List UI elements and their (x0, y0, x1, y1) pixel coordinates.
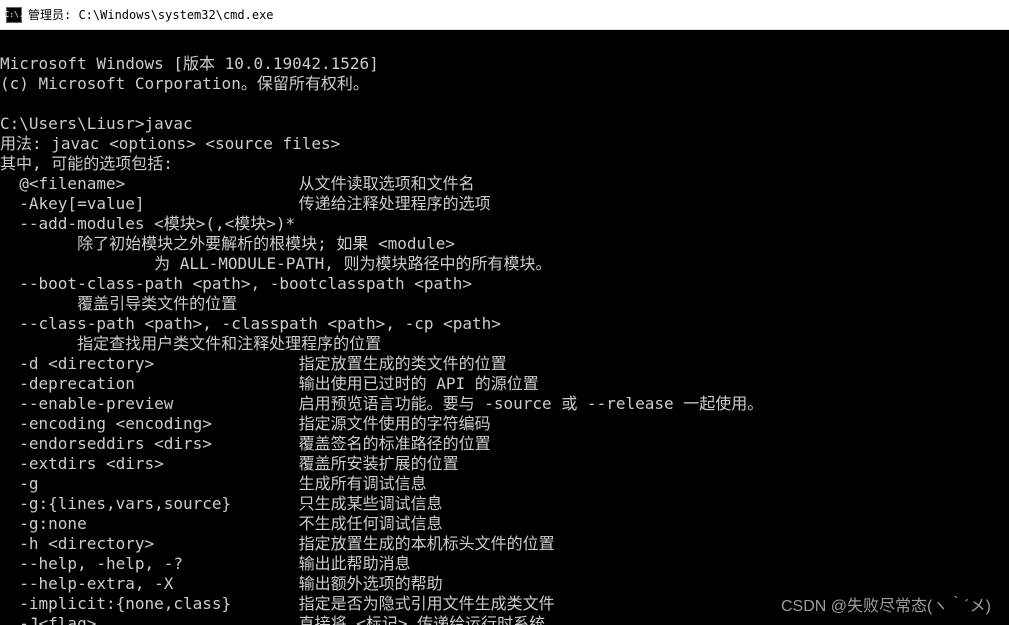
terminal-line: C:\Users\Liusr>javac (0, 114, 193, 133)
terminal-line: -h <directory> 指定放置生成的本机标头文件的位置 (0, 534, 555, 553)
cmd-icon: C:\. (6, 7, 22, 23)
terminal-line: --boot-class-path <path>, -bootclasspath… (0, 274, 472, 293)
terminal-line: -g:none 不生成任何调试信息 (0, 514, 443, 533)
terminal-line: 其中, 可能的选项包括: (0, 154, 173, 173)
terminal-line: -d <directory> 指定放置生成的类文件的位置 (0, 354, 507, 373)
terminal-line: @<filename> 从文件读取选项和文件名 (0, 174, 475, 193)
terminal-line: --enable-preview 启用预览语言功能。要与 -source 或 -… (0, 394, 763, 413)
terminal-line: (c) Microsoft Corporation。保留所有权利。 (0, 74, 369, 93)
terminal-line: -extdirs <dirs> 覆盖所安装扩展的位置 (0, 454, 459, 473)
terminal-output[interactable]: Microsoft Windows [版本 10.0.19042.1526] (… (0, 30, 1009, 625)
terminal-line: -encoding <encoding> 指定源文件使用的字符编码 (0, 414, 491, 433)
terminal-line: -implicit:{none,class} 指定是否为隐式引用文件生成类文件 (0, 594, 555, 613)
terminal-line: -g 生成所有调试信息 (0, 474, 427, 493)
terminal-line: Microsoft Windows [版本 10.0.19042.1526] (0, 54, 379, 73)
terminal-line: 为 ALL-MODULE-PATH, 则为模块路径中的所有模块。 (0, 254, 552, 273)
terminal-line: 用法: javac <options> <source files> (0, 134, 340, 153)
terminal-line: --add-modules <模块>(,<模块>)* (0, 214, 295, 233)
terminal-line: -Akey[=value] 传递给注释处理程序的选项 (0, 194, 491, 213)
terminal-line: --class-path <path>, -classpath <path>, … (0, 314, 501, 333)
watermark-text: CSDN @失败尽常态(ヽ｀´メ) (781, 597, 991, 617)
terminal-line: --help-extra, -X 输出额外选项的帮助 (0, 574, 443, 593)
terminal-line: -J<flag> 直接将 <标记> 传递给运行时系统 (0, 614, 545, 625)
terminal-line: 覆盖引导类文件的位置 (0, 294, 237, 313)
terminal-line: -deprecation 输出使用已过时的 API 的源位置 (0, 374, 539, 393)
window-titlebar[interactable]: C:\. 管理员: C:\Windows\system32\cmd.exe (0, 0, 1009, 30)
terminal-line: -endorseddirs <dirs> 覆盖签名的标准路径的位置 (0, 434, 491, 453)
terminal-line: 指定查找用户类文件和注释处理程序的位置 (0, 334, 381, 353)
terminal-line: -g:{lines,vars,source} 只生成某些调试信息 (0, 494, 443, 513)
window-title: 管理员: C:\Windows\system32\cmd.exe (28, 6, 274, 23)
terminal-line: 除了初始模块之外要解析的根模块; 如果 <module> (0, 234, 455, 253)
terminal-line: --help, -help, -? 输出此帮助消息 (0, 554, 411, 573)
